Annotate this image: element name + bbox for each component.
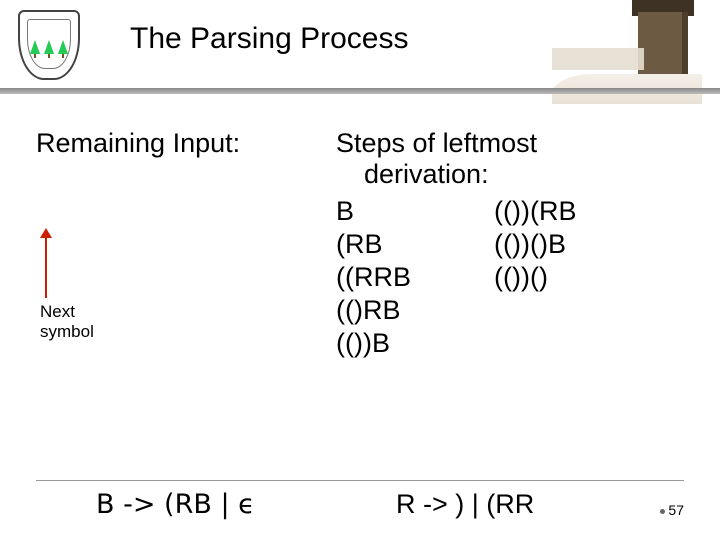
derivation-heading-l2: derivation:: [336, 159, 684, 190]
next-symbol-label-l1: Next: [40, 302, 94, 322]
deriv-cell: (RB: [336, 229, 486, 260]
grammar-rule-r: R -> ) | (RR: [396, 489, 660, 520]
bullet-icon: [660, 509, 665, 514]
right-column: Steps of leftmost derivation: B (())(RB …: [336, 128, 684, 470]
deriv-cell: [494, 295, 684, 326]
arrow-up-icon: [45, 238, 47, 298]
remaining-input-heading: Remaining Input:: [36, 128, 336, 159]
content-body: Remaining Input: Next symbol Steps of le…: [36, 128, 684, 470]
derivation-heading-l1: Steps of leftmost: [336, 128, 684, 159]
shield-icon: [18, 10, 80, 80]
grammar-rule-b: B -> (RB | ϵ: [36, 489, 396, 520]
page-title: The Parsing Process: [130, 22, 408, 56]
tree-icon: [44, 40, 54, 54]
deriv-cell: ((RRB: [336, 262, 486, 293]
slide: The Parsing Process Remaining Input: Nex…: [0, 0, 720, 540]
derivation-heading: Steps of leftmost derivation:: [336, 128, 684, 190]
header: The Parsing Process: [0, 0, 720, 90]
next-symbol-label: Next symbol: [40, 302, 94, 341]
university-logo: [18, 10, 76, 76]
deriv-cell: (())(): [494, 262, 684, 293]
header-divider: [0, 88, 720, 94]
deriv-cell: (())B: [336, 328, 486, 359]
page-number-value: 57: [668, 502, 684, 518]
grammar-row: B -> (RB | ϵ R -> ) | (RR 57: [36, 489, 684, 520]
deriv-cell: B: [336, 196, 486, 227]
tree-icon: [30, 40, 40, 54]
deriv-cell: (()RB: [336, 295, 486, 326]
footer-divider: [36, 480, 684, 481]
next-symbol-pointer: Next symbol: [40, 238, 94, 341]
derivation-table: B (())(RB (RB (())()B ((RRB (())() (()RB…: [336, 196, 684, 359]
deriv-cell: (())(RB: [494, 196, 684, 227]
next-symbol-label-l2: symbol: [40, 322, 94, 342]
deriv-cell: (())()B: [494, 229, 684, 260]
left-column: Remaining Input: Next symbol: [36, 128, 336, 470]
deriv-cell: [494, 328, 684, 359]
page-number: 57: [660, 502, 684, 520]
footer: B -> (RB | ϵ R -> ) | (RR 57: [36, 480, 684, 520]
tree-icon: [58, 40, 68, 54]
